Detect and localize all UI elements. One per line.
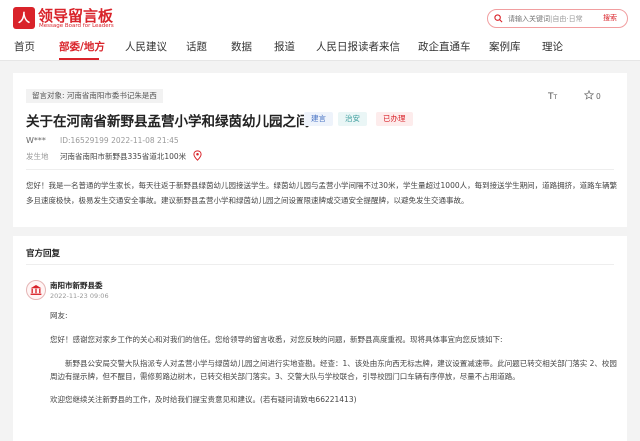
location-label: 发生地 [26,152,49,161]
nav-item-home[interactable]: 首页 [14,39,35,54]
font-size-icon[interactable]: TT [548,92,557,102]
reply-paragraph: 新野县公安局交警大队指派专人对孟营小学与绿茵幼儿园之间进行实地查勘。经查：1、该… [50,359,617,381]
search-box[interactable]: |自由·日常 搜索 [487,9,628,28]
search-scope-selector[interactable]: |自由·日常 [550,14,583,24]
nav-item-gov-enterprise[interactable]: 政企直通车 [418,39,471,54]
reply-department: 南阳市新野县委 [50,281,103,290]
type-badge: 建言 [304,112,333,126]
search-icon [494,14,503,23]
reply-time: 2022-11-23 09:06 [50,292,109,300]
star-icon[interactable] [584,90,594,100]
page-title: 关于在河南省新野县孟营小学和绿茵幼儿园之间 [26,114,310,130]
favorite-count: 0 [596,92,601,101]
official-reply-card: 官方回复 南阳市新野县委 2022-11-23 09:06 网友: 您好！感谢您… [13,236,627,441]
reply-paragraph: 网友: [50,311,68,320]
nav-item-theory[interactable]: 理论 [542,39,563,54]
nav-item-case-library[interactable]: 案例库 [489,39,521,54]
domain-badge: 治安 [338,112,367,126]
divider [26,264,614,265]
message-body: 您好！我是一名普通的学生家长，每天往返于新野县绿茵幼儿园接送学生。绿茵幼儿园与孟… [26,181,618,205]
top-header: 人 领导留言板 Message Board for Leaders |自由·日常… [0,0,640,35]
message-target-tag: 留言对象: 河南省南阳市委书记朱是西 [26,89,163,103]
government-building-icon [26,280,46,300]
nav-item-people-suggestions[interactable]: 人民建议 [125,39,167,54]
nav-item-data[interactable]: 数据 [231,39,252,54]
message-id-time: ID:16529199 2022-11-08 21:45 [60,136,179,145]
logo-icon[interactable]: 人 [13,7,35,29]
search-button[interactable]: 搜索 [603,13,617,23]
nav-item-reader-letters[interactable]: 人民日报读者来信 [316,39,400,54]
author-name: W*** [26,136,46,145]
nav-item-reports[interactable]: 报道 [274,39,295,54]
nav-item-ministries-local[interactable]: 部委/地方 [59,39,105,54]
active-nav-indicator [59,58,99,60]
status-badge: 已办理 [376,112,413,126]
divider [26,169,614,170]
location-pin-icon[interactable] [193,150,202,161]
reply-body: 网友: 您好！感谢您对家乡工作的关心和对我们的信任。您给领导的留言收悉，对您反映… [50,309,620,417]
site-logo-subtitle: Message Board for Leaders [39,23,114,29]
reply-paragraph: 您好！感谢您对家乡工作的关心和对我们的信任。您给领导的留言收悉，对您反映的问题，… [50,335,503,344]
location-value: 河南省南阳市新野县335省道北100米 [60,152,187,161]
reply-section-heading: 官方回复 [26,249,61,259]
message-card: 留言对象: 河南省南阳市委书记朱是西 TT 0 关于在河南省新野县孟营小学和绿茵… [13,73,627,227]
nav-item-topics[interactable]: 话题 [186,39,207,54]
reply-paragraph: 欢迎您继续关注新野县的工作，及时给我们提宝贵意见和建议。(若有疑问请致电6622… [50,395,357,404]
